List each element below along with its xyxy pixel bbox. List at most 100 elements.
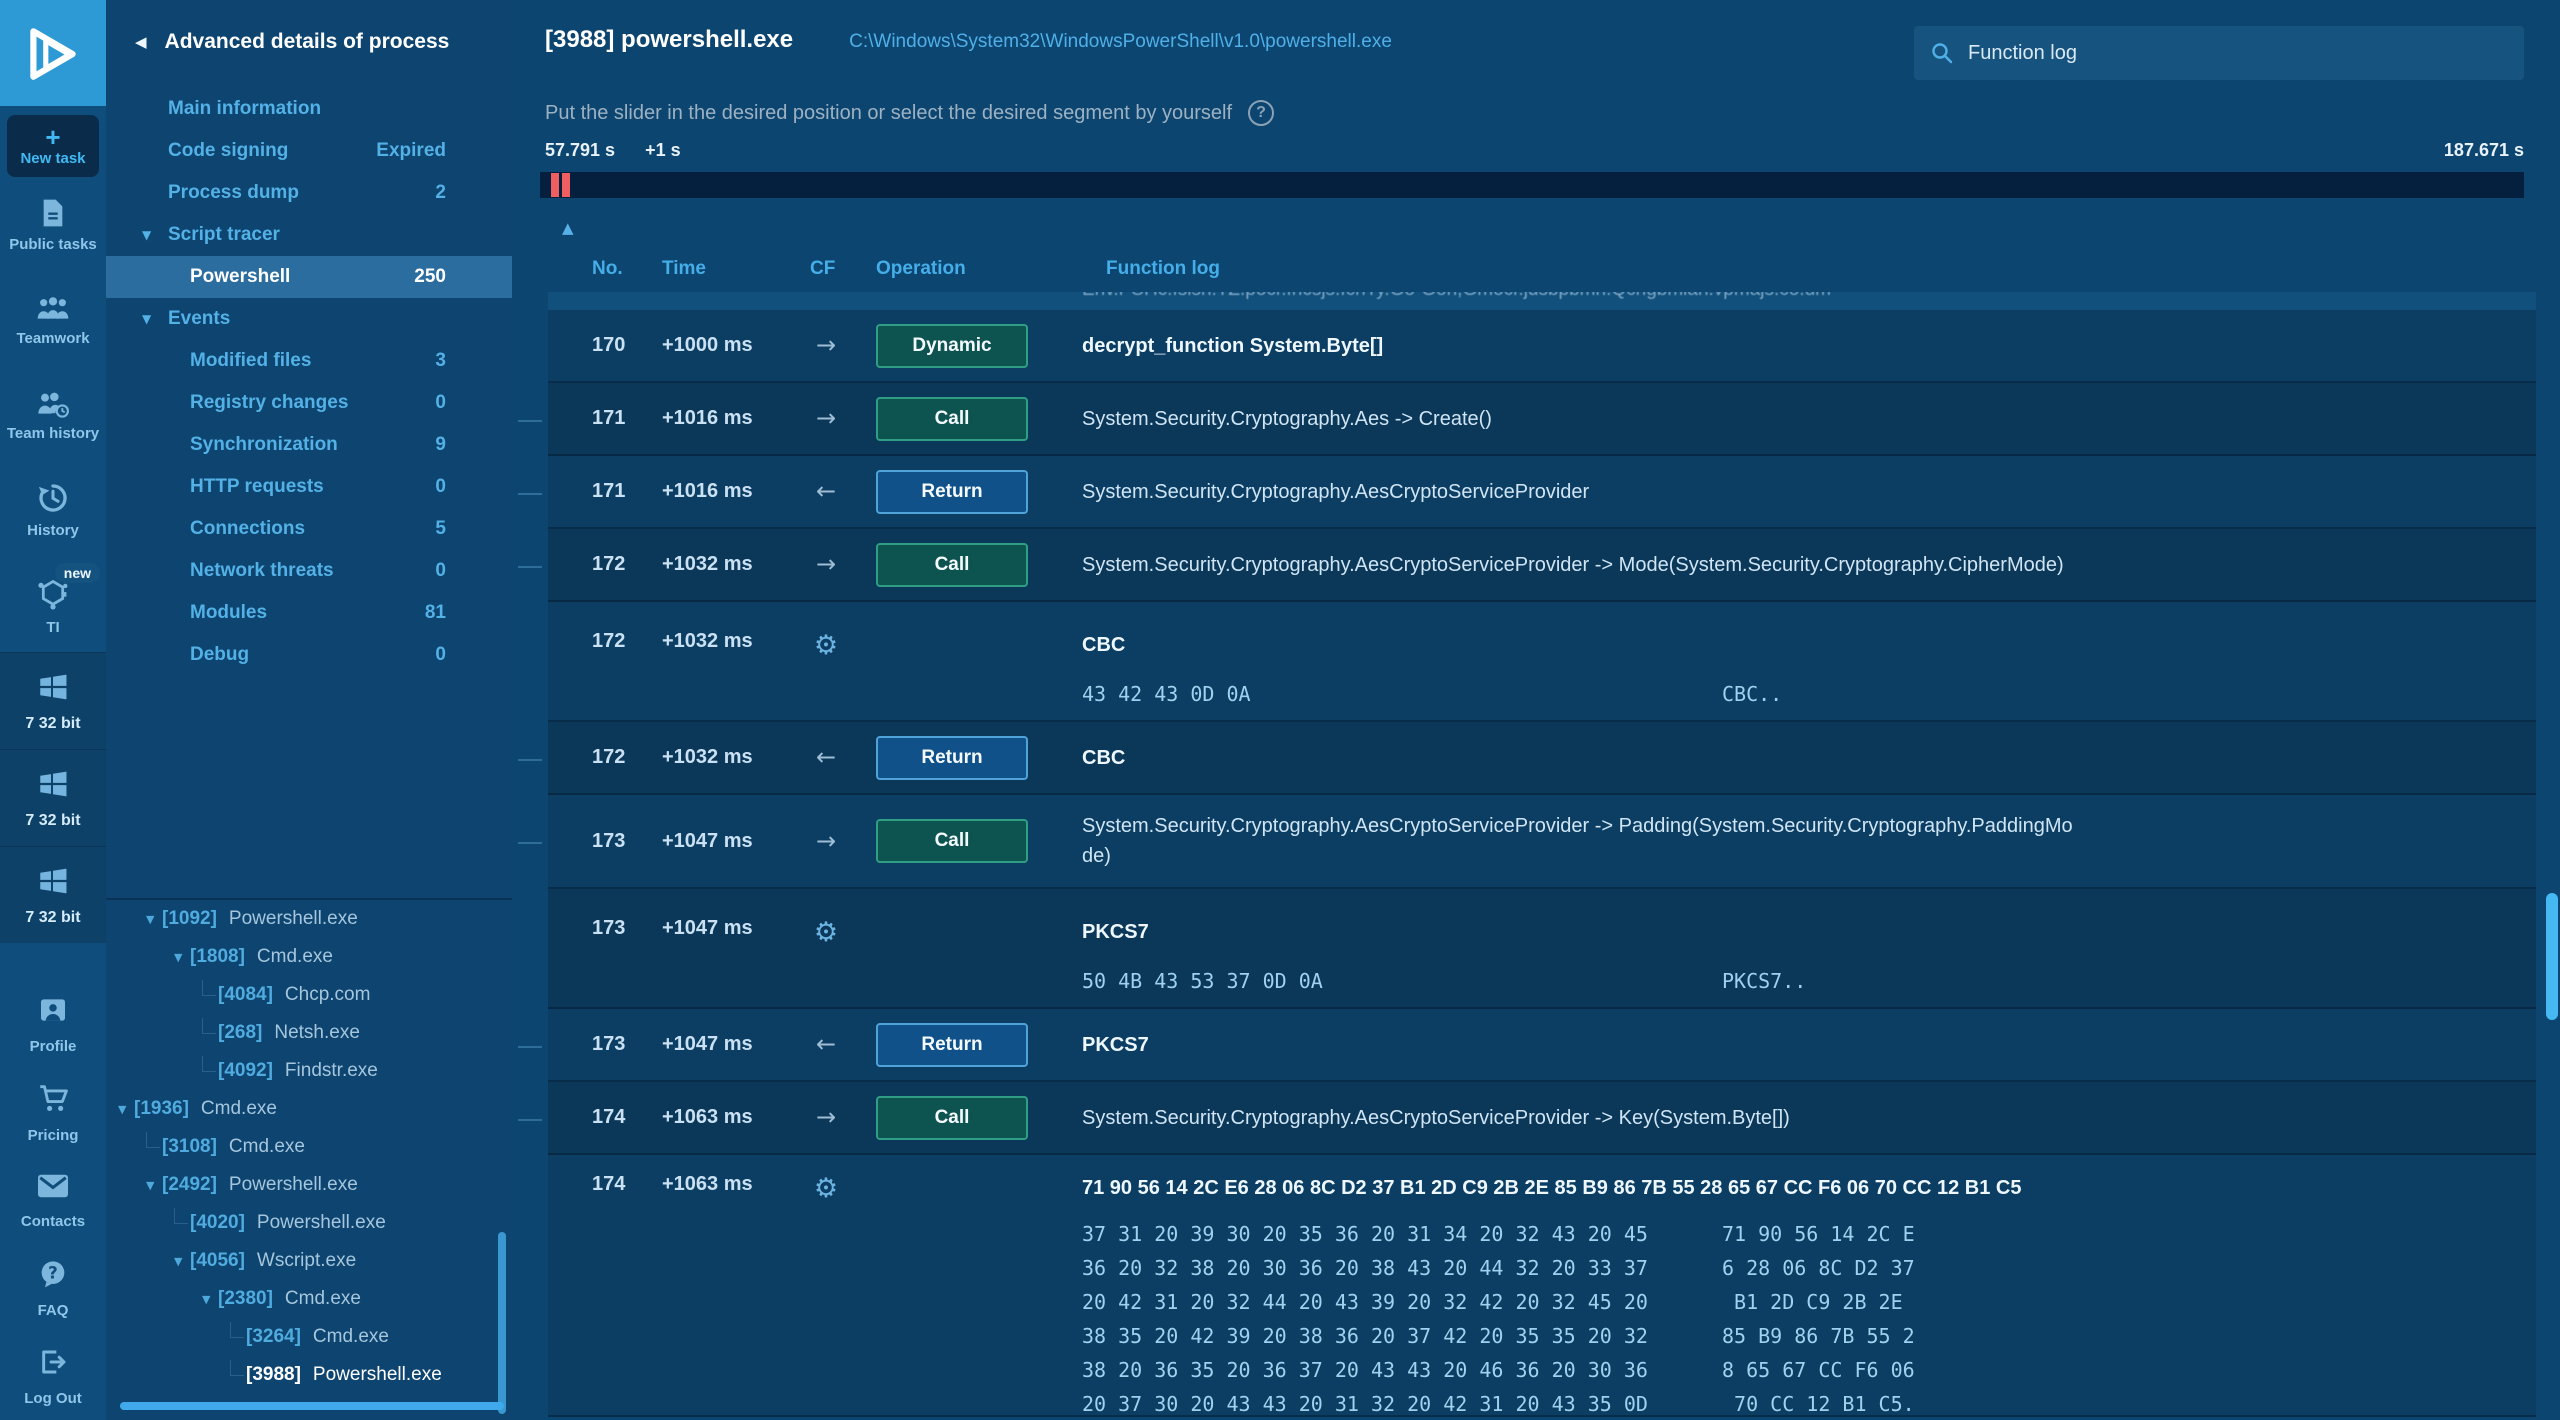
menu-item-powershell[interactable]: Powershell250: [106, 256, 512, 298]
table-row[interactable]: 170+1000 ms→Dynamicdecrypt_function Syst…: [512, 310, 2536, 383]
tree-row[interactable]: [3988]Powershell.exe: [106, 1356, 512, 1394]
menu-item-network-threats[interactable]: Network threats0: [106, 550, 512, 592]
sidebar-item-label: Public tasks: [9, 237, 97, 253]
sidebar-item-teamwork[interactable]: Teamwork: [0, 272, 106, 367]
row-gutter: [512, 722, 548, 795]
app-logo-icon[interactable]: [0, 0, 106, 106]
table-row[interactable]: 171+1016 ms→CallSystem.Security.Cryptogr…: [512, 383, 2536, 456]
function-log-text: System.Security.Cryptography.AesCryptoSe…: [1082, 477, 2516, 507]
hex-bytes: 36 20 32 38 20 30 36 20 38 43 20 44 32 2…: [1082, 1251, 1722, 1285]
menu-item-registry-changes[interactable]: Registry changes0: [106, 382, 512, 424]
search-input[interactable]: [1966, 41, 2508, 66]
operation-cell: Call: [856, 543, 1048, 587]
tree-row[interactable]: [3264]Cmd.exe: [106, 1318, 512, 1356]
table-row[interactable]: 173+1047 ms⚙PKCS750 4B 43 53 37 0D 0APKC…: [512, 889, 2536, 1009]
expand-triangle-icon[interactable]: ▼: [118, 1103, 134, 1116]
process-path-link[interactable]: C:\Windows\System32\WindowsPowerShell\v1…: [849, 31, 1392, 53]
tree-horizontal-scrollbar[interactable]: [120, 1402, 504, 1410]
menu-item-process-dump[interactable]: Process dump2: [106, 172, 512, 214]
new-task-label: New task: [20, 150, 85, 167]
menu-item-connections[interactable]: Connections5: [106, 508, 512, 550]
sidebar-item-log-out[interactable]: Log Out: [0, 1332, 106, 1420]
tree-row[interactable]: [4020]Powershell.exe: [106, 1204, 512, 1242]
operation-cell: Dynamic: [856, 324, 1048, 368]
table-row[interactable]: 172+1032 ms←ReturnCBC: [512, 722, 2536, 795]
expand-triangle-icon[interactable]: ▼: [202, 1293, 218, 1306]
sidebar-item-profile[interactable]: Profile: [0, 980, 106, 1068]
expand-triangle-icon[interactable]: ▼: [146, 1179, 162, 1192]
main-vertical-scrollbar[interactable]: [2546, 893, 2558, 1020]
menu-item-events[interactable]: ▼Events: [106, 298, 512, 340]
tree-row[interactable]: ▼[2380]Cmd.exe: [106, 1280, 512, 1318]
menu-item-http-requests[interactable]: HTTP requests0: [106, 466, 512, 508]
tree-vertical-scrollbar[interactable]: [498, 1232, 506, 1414]
expand-triangle-icon[interactable]: ▼: [146, 913, 162, 926]
table-row[interactable]: 172+1032 ms→CallSystem.Security.Cryptogr…: [512, 529, 2536, 602]
sidebar-item-public-tasks[interactable]: Public tasks: [0, 177, 106, 272]
row-time: +1047 ms: [648, 830, 796, 853]
tree-row[interactable]: ▼[2492]Powershell.exe: [106, 1166, 512, 1204]
tree-row[interactable]: ▼[1936]Cmd.exe: [106, 1090, 512, 1128]
tree-row[interactable]: ▼[1808]Cmd.exe: [106, 938, 512, 976]
tree-row[interactable]: [268]Netsh.exe: [106, 1014, 512, 1052]
hex-line: 50 4B 43 53 37 0D 0APKCS7..: [1082, 964, 2516, 998]
slider-position-marker[interactable]: ▲: [562, 219, 574, 237]
hex-line: 36 20 32 38 20 30 36 20 38 43 20 44 32 2…: [1082, 1251, 2516, 1285]
sidebar-environment-item[interactable]: 7 32 bit: [0, 846, 106, 943]
sidebar-item-faq[interactable]: ?FAQ: [0, 1244, 106, 1332]
menu-item-value: 250: [414, 266, 446, 288]
menu-item-modules[interactable]: Modules81: [106, 592, 512, 634]
menu-item-debug[interactable]: Debug0: [106, 634, 512, 676]
function-log-text: System.Security.Cryptography.AesCryptoSe…: [1082, 1103, 2516, 1133]
menu-item-script-tracer[interactable]: ▼Script tracer: [106, 214, 512, 256]
table-row[interactable]: 172+1032 ms⚙CBC43 42 43 0D 0ACBC..: [512, 602, 2536, 722]
cart-icon: [35, 1081, 71, 1120]
sidebar-item-ti[interactable]: newTI: [0, 557, 106, 652]
operation-badge: Call: [876, 1096, 1028, 1140]
sidebar-item-contacts[interactable]: Contacts: [0, 1156, 106, 1244]
hex-ascii: CBC..: [1722, 677, 1782, 711]
sidebar-item-team-history[interactable]: Team history: [0, 367, 106, 462]
help-icon[interactable]: ?: [1248, 100, 1274, 126]
chevron-down-icon[interactable]: ▼: [142, 228, 151, 242]
menu-item-code-signing[interactable]: Code signingExpired: [106, 130, 512, 172]
row-time: +1032 ms: [648, 746, 796, 769]
back-arrow-icon[interactable]: ◀: [135, 33, 147, 51]
row-gutter: [512, 1082, 548, 1155]
table-row[interactable]: 174+1063 ms⚙71 90 56 14 2C E6 28 06 8C D…: [512, 1155, 2536, 1417]
sidebar-item-history[interactable]: History: [0, 462, 106, 557]
expand-triangle-icon[interactable]: ▼: [174, 1255, 190, 1268]
tree-row[interactable]: [3108]Cmd.exe: [106, 1128, 512, 1166]
sidebar-environment-item[interactable]: 7 32 bit: [0, 652, 106, 749]
sidebar-item-pricing[interactable]: Pricing: [0, 1068, 106, 1156]
timeline-selected-segment[interactable]: [551, 173, 570, 197]
tree-row[interactable]: [4084]Chcp.com: [106, 976, 512, 1014]
table-row[interactable]: 173+1047 ms→CallSystem.Security.Cryptogr…: [512, 795, 2536, 889]
tree-row[interactable]: ▼[1092]Powershell.exe: [106, 900, 512, 938]
table-row[interactable]: 173+1047 ms←ReturnPKCS7: [512, 1009, 2536, 1082]
clipped-row[interactable]: Env.PSHc.fslsh.TZ.pocr.fncsjs.fchTy.Go-G…: [548, 292, 2536, 310]
row-connector-dash: [518, 842, 542, 844]
tree-row[interactable]: [4092]Findstr.exe: [106, 1052, 512, 1090]
process-pid: [1936]: [134, 1098, 189, 1120]
arrow-left-icon: ←: [816, 477, 836, 505]
tree-row[interactable]: ▼[4056]Wscript.exe: [106, 1242, 512, 1280]
menu-item-main-information[interactable]: Main information: [106, 88, 512, 130]
new-task-button[interactable]: + New task: [7, 115, 99, 177]
operation-cell: Return: [856, 1023, 1048, 1067]
table-row[interactable]: 171+1016 ms←ReturnSystem.Security.Crypto…: [512, 456, 2536, 529]
expand-triangle-icon[interactable]: ▼: [174, 951, 190, 964]
sidebar-environment-item[interactable]: 7 32 bit: [0, 749, 106, 846]
timeline-slider[interactable]: [540, 172, 2524, 198]
menu-item-label: Modified files: [190, 350, 311, 372]
menu-item-modified-files[interactable]: Modified files3: [106, 340, 512, 382]
operation-cell: Call: [856, 819, 1048, 863]
cf-cell: ⚙: [796, 602, 856, 661]
row-time: +1047 ms: [648, 889, 796, 940]
chevron-down-icon[interactable]: ▼: [142, 312, 151, 326]
function-log-cell: System.Security.Cryptography.AesCryptoSe…: [1048, 1103, 2536, 1133]
menu-item-synchronization[interactable]: Synchronization9: [106, 424, 512, 466]
menu-item-label: Main information: [168, 98, 321, 120]
play-triangles-icon: [20, 20, 86, 86]
table-row[interactable]: 174+1063 ms→CallSystem.Security.Cryptogr…: [512, 1082, 2536, 1155]
